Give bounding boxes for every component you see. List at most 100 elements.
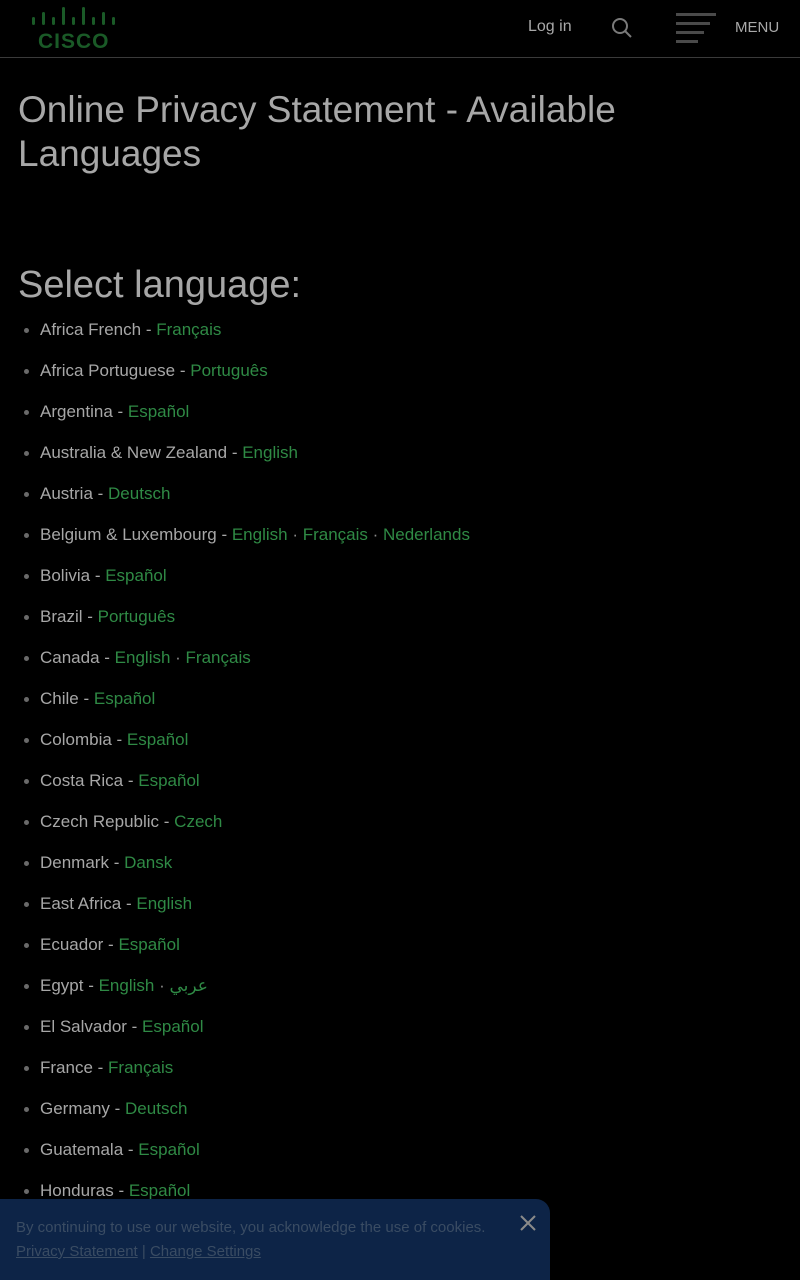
bullet-icon: [24, 1148, 29, 1153]
bullet-icon: [24, 533, 29, 538]
region-name: Bolivia: [40, 566, 91, 585]
language-link[interactable]: English: [115, 648, 171, 667]
language-link[interactable]: Español: [142, 1017, 203, 1036]
region-separator: -: [141, 320, 157, 339]
login-link[interactable]: Log in: [528, 18, 572, 36]
page-title: Online Privacy Statement - Available Lan…: [18, 89, 616, 174]
region-name: Africa Portuguese: [40, 361, 176, 380]
bullet-icon: [24, 1025, 29, 1030]
region-name: Denmark: [40, 853, 109, 872]
region-name: Ecuador: [40, 935, 104, 954]
language-link[interactable]: English: [136, 894, 192, 913]
region-separator: -: [227, 443, 243, 462]
language-link[interactable]: Português: [98, 607, 176, 626]
language-item: Denmark - Dansk: [0, 851, 470, 892]
hamburger-icon: [674, 12, 716, 44]
search-button[interactable]: [610, 16, 634, 40]
bullet-icon: [24, 328, 29, 333]
language-link[interactable]: English: [242, 443, 298, 462]
language-link[interactable]: Español: [138, 771, 199, 790]
language-link[interactable]: Français: [108, 1058, 173, 1077]
bullet-icon: [24, 820, 29, 825]
language-item: Ecuador - Español: [0, 933, 470, 974]
region-separator: -: [78, 689, 94, 708]
language-item: Egypt - English · عربي: [0, 974, 470, 1015]
language-link[interactable]: Español: [127, 730, 188, 749]
language-list: Africa French - Français Africa Portugues…: [0, 318, 470, 1220]
region-name: Australia & New Zealand: [40, 443, 228, 462]
menu-button[interactable]: MENU: [674, 10, 784, 46]
language-item: Austria - Deutsch: [0, 482, 470, 523]
language-item: Czech Republic - Czech: [0, 810, 470, 851]
language-item: Germany - Deutsch: [0, 1097, 470, 1138]
region-name: Austria: [40, 484, 93, 503]
language-link[interactable]: Français: [156, 320, 221, 339]
region-name: Belgium & Luxembourg: [40, 525, 217, 544]
region-name: France: [40, 1058, 93, 1077]
link-separator: ·: [154, 976, 170, 995]
region-separator: -: [123, 771, 139, 790]
bullet-icon: [24, 697, 29, 702]
region-name: Germany: [40, 1099, 110, 1118]
region-name: Honduras: [40, 1181, 114, 1200]
bullet-icon: [24, 656, 29, 661]
region-separator: -: [90, 566, 106, 585]
language-link[interactable]: Deutsch: [125, 1099, 187, 1118]
language-item: Argentina - Español: [0, 400, 470, 441]
region-separator: -: [112, 402, 128, 421]
region-separator: -: [92, 484, 109, 503]
region-separator: -: [159, 812, 175, 831]
language-link[interactable]: Español: [118, 935, 179, 954]
language-link[interactable]: Français: [303, 525, 368, 544]
language-link[interactable]: Français: [186, 648, 251, 667]
cisco-logo[interactable]: CISCO: [30, 5, 120, 53]
region-separator: -: [109, 1099, 126, 1118]
section-heading: Select language:: [18, 264, 302, 306]
cookie-close-button[interactable]: [518, 1213, 538, 1233]
region-separator: -: [103, 935, 119, 954]
language-link[interactable]: Dansk: [124, 853, 172, 872]
region-name: Guatemala: [40, 1140, 124, 1159]
change-settings-link[interactable]: Change Settings: [150, 1243, 261, 1260]
region-separator: -: [82, 607, 98, 626]
bullet-icon: [24, 738, 29, 743]
cookie-message: By continuing to use our website, you ac…: [16, 1216, 496, 1264]
language-item: France - Français: [0, 1056, 470, 1097]
language-link[interactable]: عربي: [169, 976, 207, 995]
region-separator: -: [113, 1181, 129, 1200]
region-name: East Africa: [40, 894, 122, 913]
cookie-banner: By continuing to use our website, you ac…: [0, 1199, 550, 1280]
language-link[interactable]: Português: [190, 361, 268, 380]
region-separator: -: [123, 1140, 139, 1159]
language-link[interactable]: Español: [129, 1181, 190, 1200]
region-name: Africa French: [40, 320, 142, 339]
language-item: East Africa - English: [0, 892, 470, 933]
region-name: Egypt: [40, 976, 84, 995]
language-link[interactable]: English: [232, 525, 288, 544]
language-item: Guatemala - Español: [0, 1138, 470, 1179]
region-name: Argentina: [40, 402, 113, 421]
language-item: Bolivia - Español: [0, 564, 470, 605]
region-separator: -: [111, 730, 127, 749]
language-link[interactable]: Nederlands: [383, 525, 470, 544]
region-separator: -: [175, 361, 191, 380]
language-item: Brazil - Português: [0, 605, 470, 646]
bullet-icon: [24, 615, 29, 620]
language-item: Costa Rica - Español: [0, 769, 470, 810]
language-link[interactable]: Español: [94, 689, 155, 708]
region-name: Czech Republic: [40, 812, 160, 831]
language-item: Chile - Español: [0, 687, 470, 728]
logo-wordmark: CISCO: [38, 30, 110, 53]
language-link[interactable]: Español: [128, 402, 189, 421]
region-separator: -: [216, 525, 232, 544]
region-name: Brazil: [40, 607, 83, 626]
language-link[interactable]: Español: [105, 566, 166, 585]
language-link[interactable]: English: [99, 976, 155, 995]
link-separator: ·: [287, 525, 303, 544]
bullet-icon: [24, 902, 29, 907]
region-name: Costa Rica: [40, 771, 124, 790]
language-link[interactable]: Deutsch: [108, 484, 170, 503]
language-link[interactable]: Español: [138, 1140, 199, 1159]
language-link[interactable]: Czech: [174, 812, 222, 831]
privacy-statement-link[interactable]: Privacy Statement: [16, 1243, 138, 1260]
